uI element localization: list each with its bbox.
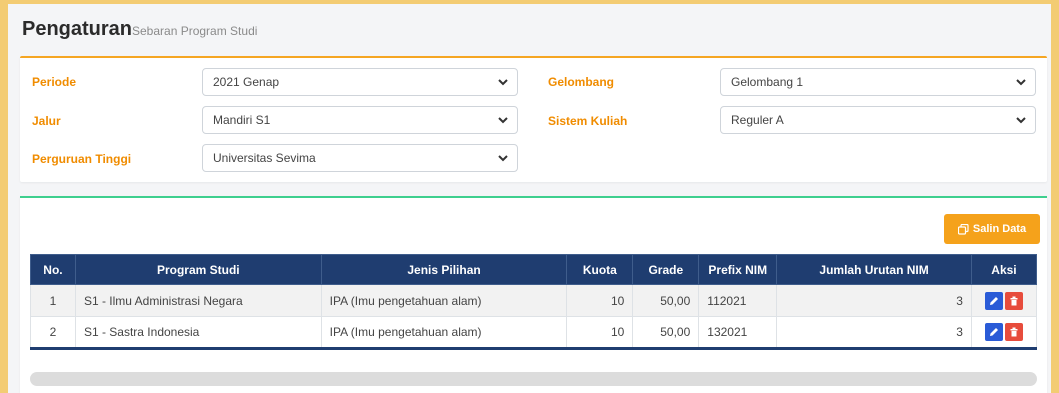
table-panel: Salin Data No. Program Studi Jenis Pilih…: [20, 196, 1047, 393]
sistem-kuliah-select[interactable]: Reguler A: [720, 106, 1036, 134]
delete-button[interactable]: [1004, 291, 1023, 310]
cell-grade: 50,00: [632, 284, 700, 317]
chevron-down-icon: [498, 79, 508, 86]
periode-value: 2021 Genap: [213, 75, 280, 89]
edit-button[interactable]: [984, 323, 1003, 341]
cell-jumlah-urutan-nim: 3: [776, 316, 972, 350]
pencil-icon: [989, 296, 998, 305]
jalur-value: Mandiri S1: [213, 113, 271, 127]
edit-button[interactable]: [984, 291, 1003, 310]
page-header: Pengaturan Sebaran Program Studi: [8, 4, 1051, 56]
perguruan-tinggi-value: Universitas Sevima: [213, 151, 316, 165]
gelombang-select[interactable]: Gelombang 1: [720, 68, 1036, 96]
chevron-down-icon: [498, 117, 508, 124]
horizontal-scrollbar[interactable]: [30, 372, 1037, 386]
program-table: No. Program Studi Jenis Pilihan Kuota Gr…: [30, 254, 1038, 350]
copy-icon: [957, 223, 969, 235]
cell-jenis-pilihan: IPA (Imu pengetahuan alam): [320, 316, 568, 350]
col-header-jenis-pilihan[interactable]: Jenis Pilihan: [320, 254, 568, 285]
cell-aksi: [970, 316, 1038, 350]
cell-kuota: 10: [566, 316, 634, 350]
table-row: 1 S1 - Ilmu Administrasi Negara IPA (Imu…: [30, 284, 1038, 317]
col-header-no[interactable]: No.: [30, 254, 76, 285]
col-header-jumlah-urutan-nim[interactable]: Jumlah Urutan NIM: [776, 254, 972, 285]
chevron-down-icon: [1016, 79, 1026, 86]
copy-data-label: Salin Data: [972, 223, 1027, 235]
cell-jumlah-urutan-nim: 3: [776, 284, 972, 317]
col-header-kuota[interactable]: Kuota: [566, 254, 634, 285]
cell-program-studi: S1 - Sastra Indonesia: [74, 316, 322, 350]
cell-grade: 50,00: [632, 316, 700, 350]
perguruan-tinggi-label: Perguruan Tinggi: [32, 152, 132, 166]
jalur-select[interactable]: Mandiri S1: [202, 106, 518, 134]
cell-aksi: [970, 284, 1038, 317]
perguruan-tinggi-select[interactable]: Universitas Sevima: [202, 144, 518, 172]
delete-button[interactable]: [1004, 323, 1023, 341]
cell-jenis-pilihan: IPA (Imu pengetahuan alam): [320, 284, 568, 317]
cell-prefix-nim: 112021: [698, 284, 778, 317]
trash-icon: [1010, 327, 1018, 337]
sistem-kuliah-label: Sistem Kuliah: [548, 114, 628, 128]
pencil-icon: [989, 328, 998, 336]
col-header-grade[interactable]: Grade: [632, 254, 700, 285]
col-header-aksi: Aksi: [970, 254, 1038, 285]
page-subtitle: Sebaran Program Studi: [132, 24, 258, 38]
trash-icon: [1010, 296, 1018, 305]
jalur-label: Jalur: [32, 114, 61, 128]
col-header-program-studi[interactable]: Program Studi: [74, 254, 322, 285]
gelombang-label: Gelombang: [548, 75, 615, 89]
filter-panel: Periode 2021 Genap Gelombang Gelombang 1…: [20, 56, 1047, 182]
periode-select[interactable]: 2021 Genap: [202, 68, 518, 96]
cell-no: 2: [30, 316, 76, 350]
col-header-prefix-nim[interactable]: Prefix NIM: [698, 254, 778, 285]
table-header-row: No. Program Studi Jenis Pilihan Kuota Gr…: [30, 254, 1038, 285]
gelombang-value: Gelombang 1: [731, 75, 804, 89]
page-title: Pengaturan: [22, 18, 133, 40]
table-row: 2 S1 - Sastra Indonesia IPA (Imu pengeta…: [30, 316, 1038, 350]
cell-no: 1: [30, 284, 76, 317]
chevron-down-icon: [498, 155, 508, 162]
periode-label: Periode: [32, 75, 77, 89]
copy-data-button[interactable]: Salin Data: [944, 214, 1040, 244]
cell-prefix-nim: 132021: [698, 316, 778, 350]
chevron-down-icon: [1016, 117, 1026, 124]
page-frame: Pengaturan Sebaran Program Studi Periode…: [8, 4, 1051, 393]
cell-program-studi: S1 - Ilmu Administrasi Negara: [74, 284, 322, 317]
cell-kuota: 10: [566, 284, 634, 317]
sistem-kuliah-value: Reguler A: [731, 113, 784, 127]
